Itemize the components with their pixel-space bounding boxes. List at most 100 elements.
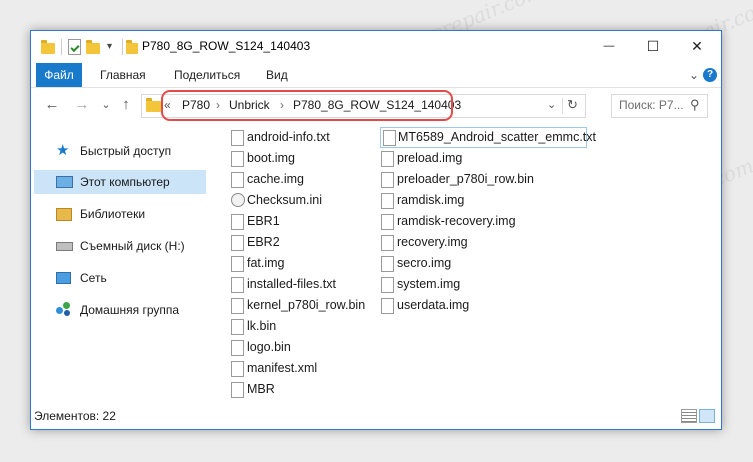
file-name: lk.bin [247,319,277,333]
library-icon [56,208,72,221]
network-icon [56,272,71,284]
text-file-icon [383,130,396,146]
folder-icon [41,40,55,54]
minimize-button[interactable]: — [587,31,631,61]
search-icon[interactable]: ⚲ [690,97,700,113]
file-name: ramdisk-recovery.img [397,214,516,228]
sidebar-item-quick-access[interactable]: ★ Быстрый доступ [34,139,206,163]
image-file-icon [231,172,244,188]
divider [61,39,62,55]
divider [562,98,563,114]
tab-share[interactable]: Поделиться [174,63,240,87]
search-placeholder: Поиск: P7... [619,98,684,112]
settings-file-icon [231,193,245,207]
highlight-annotation [161,90,453,121]
sidebar-item-label: Съемный диск (H:) [80,239,185,253]
file-name: logo.bin [247,340,291,354]
sidebar-item-libraries[interactable]: Библиотеки [34,202,206,226]
large-icons-view-icon[interactable] [699,409,715,423]
sidebar-item-network[interactable]: Сеть [34,266,206,290]
sidebar-item-label: Быстрый доступ [80,144,172,158]
image-file-icon [381,235,394,251]
homegroup-icon [56,302,72,316]
file-name: android-info.txt [247,130,330,144]
generic-file-icon [231,214,244,230]
image-file-icon [381,214,394,230]
image-file-icon [381,193,394,209]
file-name: boot.img [247,151,295,165]
ribbon-collapse-icon[interactable]: ⌄ [689,63,699,87]
status-bar: Элементов: 22 [31,404,721,428]
generic-file-icon [231,298,244,314]
file-name: preloader_p780i_row.bin [397,172,534,186]
sidebar-item-this-pc[interactable]: Этот компьютер [34,170,206,194]
tab-view[interactable]: Вид [266,63,288,87]
file-name: EBR2 [247,235,280,249]
star-icon: ★ [56,142,70,159]
image-file-icon [381,277,394,293]
forward-button[interactable]: → [73,95,91,115]
item-count: Элементов: 22 [34,409,116,423]
image-file-icon [381,256,394,272]
generic-file-icon [231,382,244,398]
folder-icon [146,98,161,112]
file-name: system.img [397,277,461,291]
file-name: fat.img [247,256,285,270]
file-name: secro.img [397,256,452,270]
file-name: MT6589_Android_scatter_emmc.txt [398,130,597,144]
file-name: installed-files.txt [247,277,336,291]
sidebar-item-label: Сеть [80,271,107,285]
sidebar-item-homegroup[interactable]: Домашняя группа [34,298,206,322]
divider [122,39,123,55]
maximize-button[interactable]: ☐ [631,31,675,61]
file-name: ramdisk.img [397,193,465,207]
generic-file-icon [231,235,244,251]
generic-file-icon [381,172,394,188]
image-file-icon [231,256,244,272]
computer-icon [56,176,73,188]
sidebar-item-removable-drive[interactable]: Съемный диск (H:) [34,234,206,258]
tab-file[interactable]: Файл [36,63,82,87]
recent-dropdown-icon[interactable]: ⌄ [97,95,115,115]
image-file-icon [231,151,244,167]
qa-dropdown-icon[interactable]: ▾ [107,41,112,52]
details-view-icon[interactable] [681,409,697,423]
properties-icon[interactable] [68,39,81,55]
window-title: P780_8G_ROW_S124_140403 [142,39,311,53]
explorer-window: ▾ P780_8G_ROW_S124_140403 — ☐ ✕ Файл Гла… [30,30,722,430]
title-bar: ▾ P780_8G_ROW_S124_140403 — ☐ ✕ [31,31,721,63]
refresh-icon[interactable]: ↻ [567,97,578,113]
tab-home[interactable]: Главная [100,63,146,87]
sidebar-item-label: Библиотеки [80,207,146,221]
file-name: EBR1 [247,214,280,228]
folder-icon [126,40,138,54]
generic-file-icon [231,340,244,356]
sidebar-item-label: Этот компьютер [80,175,170,189]
generic-file-icon [231,319,244,335]
file-name: recovery.img [397,235,468,249]
text-file-icon [231,277,244,293]
up-button[interactable]: ↑ [117,95,135,115]
image-file-icon [381,151,394,167]
new-folder-icon[interactable] [86,40,100,54]
file-name: userdata.img [397,298,470,312]
back-button[interactable]: ← [43,95,61,115]
file-name: Checksum.ini [247,193,323,207]
file-item-scatter[interactable]: MT6589_Android_scatter_emmc.txt [380,127,596,148]
sidebar-item-label: Домашняя группа [80,303,180,317]
file-name: preload.img [397,151,463,165]
close-button[interactable]: ✕ [675,31,719,61]
address-dropdown-icon[interactable]: ⌄ [547,98,556,111]
image-file-icon [381,298,394,314]
ribbon-tabs: Файл Главная Поделиться Вид ⌄ ? [31,63,721,88]
file-name: manifest.xml [247,361,318,375]
text-file-icon [231,130,244,146]
search-input[interactable]: Поиск: P7... ⚲ [611,94,708,118]
file-name: MBR [247,382,275,396]
file-name: cache.img [247,172,304,186]
file-name: kernel_p780i_row.bin [247,298,366,312]
navigation-bar: ← → ⌄ ↑ « P780 › Unbrick › P780_8G_ROW_S… [31,88,721,124]
xml-file-icon [231,361,244,377]
removable-drive-icon [56,242,73,251]
help-icon[interactable]: ? [703,68,717,82]
